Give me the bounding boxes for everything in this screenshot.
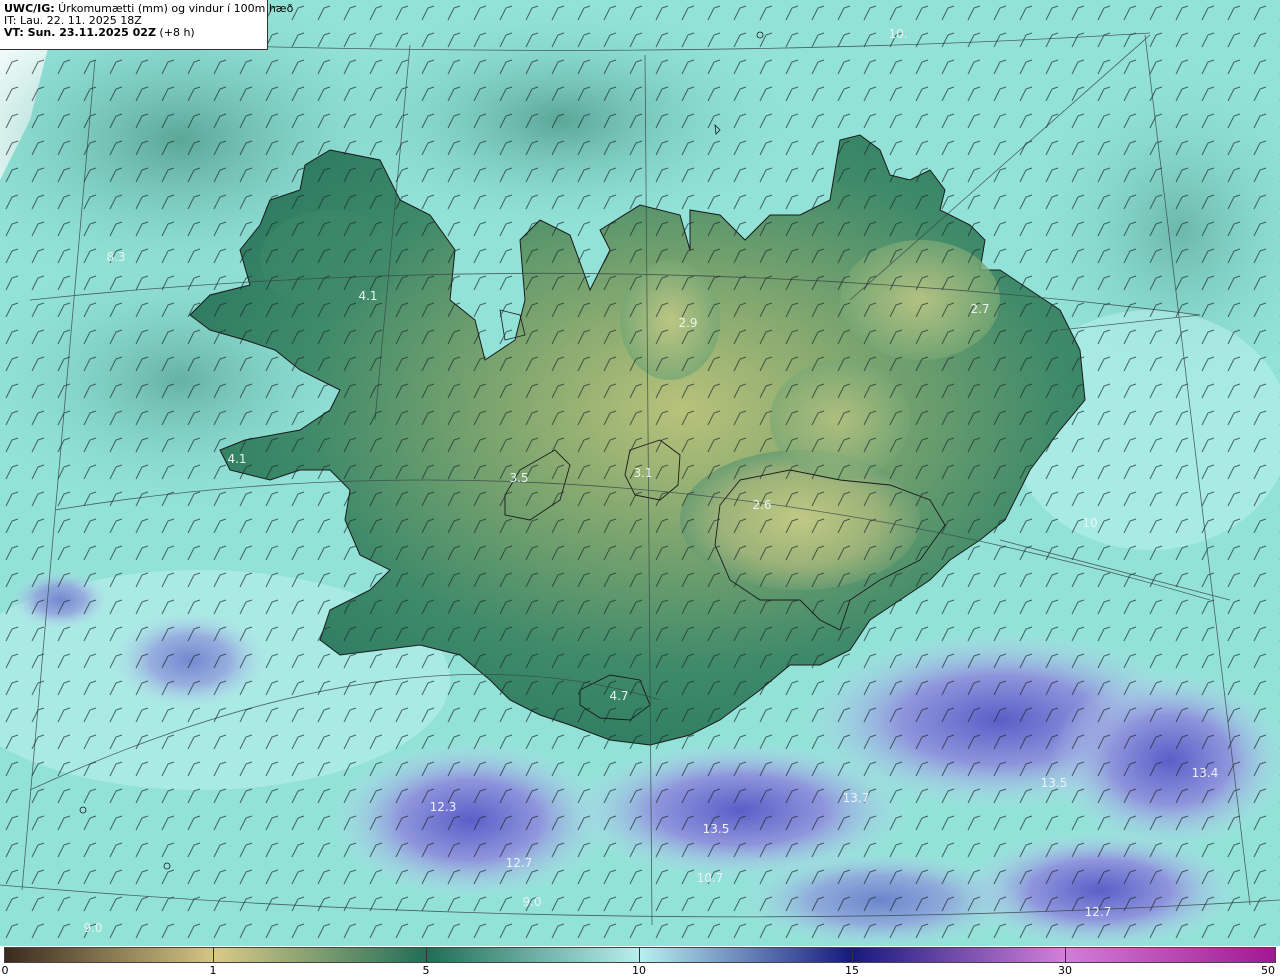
forecast-offset: (+8 h)	[155, 26, 195, 39]
colorbar-tick-label: 10	[632, 964, 646, 977]
valid-time-line: VT: Sun. 23.11.2025 02Z (+8 h)	[4, 27, 263, 39]
precip-value-label: 12.3	[429, 800, 457, 814]
colorbar-tickmark	[639, 947, 640, 963]
precip-value-label: 9.0	[83, 921, 103, 935]
precip-value-label: 2.9	[678, 316, 698, 330]
precip-value-label: 4.1	[358, 289, 378, 303]
colorbar-gradient	[4, 947, 1276, 963]
colorbar-tick-label: 50	[1261, 964, 1275, 977]
colorbar-tickmark	[852, 947, 853, 963]
colorbar-tick-label: 30	[1058, 964, 1072, 977]
precip-value-label: 8.3	[106, 250, 126, 264]
valid-time: VT: Sun. 23.11.2025 02Z	[4, 26, 156, 39]
colorbar-tick-label: 1	[209, 964, 217, 977]
precip-value-label: 13.5	[702, 822, 730, 836]
map-header: UWC/IG: Úrkomumætti (mm) og vindur í 100…	[0, 0, 293, 50]
precip-value-label: 2.7	[970, 302, 990, 316]
precip-value-label: 2.6	[752, 498, 772, 512]
precipitation-wind-map: 8.3 4.1 4.1 3.5 3.1 2.9 2.7 2.6 4.7 10. 10 12.3 12.7…	[0, 0, 1280, 946]
precip-value-label: 10.	[888, 27, 908, 41]
colorbar-tick-label: 5	[422, 964, 430, 977]
precip-value-label: 12.7	[1084, 905, 1112, 919]
precip-value-label: 3.1	[633, 466, 653, 480]
colorbar-tickmark	[426, 947, 427, 963]
precip-value-label: 4.1	[227, 452, 247, 466]
precip-value-label: 13.4	[1191, 766, 1219, 780]
precip-value-label: 4.7	[609, 689, 629, 703]
colorbar-tick-label: 15	[845, 964, 859, 977]
precip-value-label: 10.7	[696, 871, 724, 885]
colorbar-tickmark	[213, 947, 214, 963]
precip-value-label: 10	[1082, 516, 1098, 530]
precip-value-label: 13.7	[842, 791, 870, 805]
precip-value-label: 3.5	[509, 471, 529, 485]
precip-value-label: 12.7	[505, 856, 533, 870]
colorbar-tickmark	[1065, 947, 1066, 963]
precip-value-label: 13.5	[1040, 776, 1068, 790]
precip-value-label: 9.0	[522, 895, 542, 909]
colorbar-legend: 0 1 5 10 15 30 50	[0, 946, 1280, 978]
colorbar-tick-label: 0	[1, 964, 9, 977]
